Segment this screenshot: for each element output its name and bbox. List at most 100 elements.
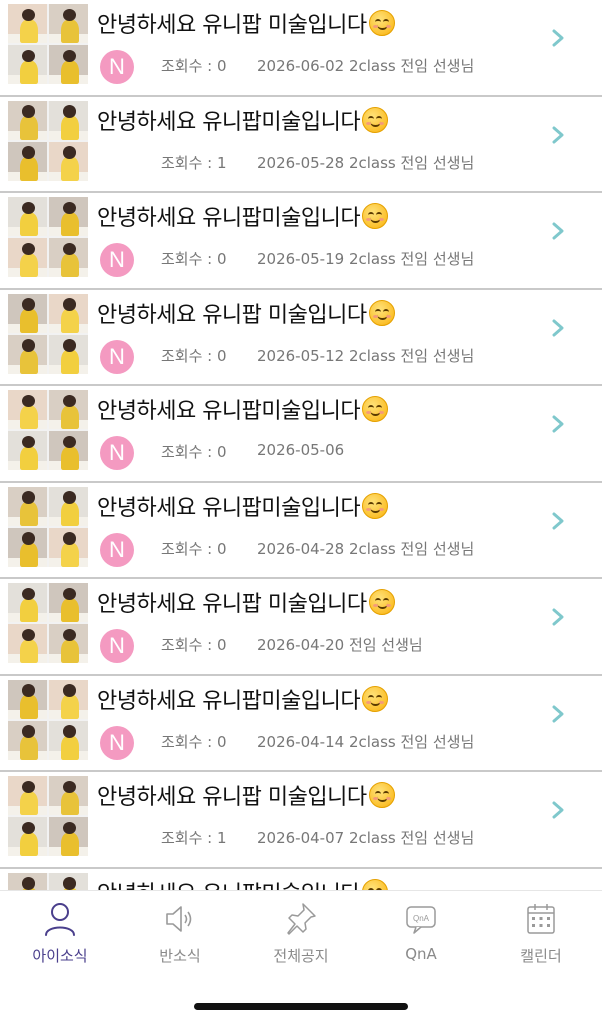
- list-item[interactable]: 안녕하세요 유니팝 미술입니다 조회수 : 1 2026-04-07 2class …: [0, 772, 602, 869]
- post-date-author: 2026-04-14 2class 전임 선생님: [257, 732, 475, 751]
- qna-bubble-icon: QnA: [406, 906, 436, 934]
- thumbnail-photo: [8, 197, 47, 236]
- post-title-text: 안녕하세요 유니팝미술입니다: [97, 495, 361, 521]
- post-date-author: 2026-05-06: [257, 441, 345, 459]
- thumbnail-photo: [8, 817, 47, 856]
- tab-calendar[interactable]: 캘린더: [481, 901, 601, 971]
- list-item[interactable]: 안녕하세요 유니팝미술입니다 N 조회수 : 0 2026-05-06: [0, 386, 602, 483]
- smiling-face-emoji-icon: [362, 396, 389, 422]
- thumbnail-photo: [8, 141, 47, 181]
- view-count: 조회수 : 0: [161, 346, 227, 365]
- post-title: 안녕하세요 유니팝미술입니다: [97, 492, 389, 524]
- post-title-text: 안녕하세요 유니팝미술입니다: [97, 688, 361, 714]
- chevron-right-icon[interactable]: [548, 704, 568, 724]
- new-badge-avatar: N: [100, 50, 134, 84]
- smiling-face-emoji-icon: [368, 782, 395, 808]
- tab-label: 캘린더: [520, 947, 562, 965]
- post-title-text: 안녕하세요 유니팝 미술입니다: [97, 302, 367, 328]
- smiling-face-emoji-icon: [362, 878, 389, 890]
- post-thumbnail: [8, 679, 88, 760]
- post-date-author: 2026-06-02 2class 전임 선생님: [257, 57, 475, 75]
- thumbnail-photo: [8, 45, 47, 84]
- tab-child-news[interactable]: 아이소식: [0, 901, 120, 971]
- thumbnail-photo: [49, 334, 88, 374]
- post-title-text: 안녕하세요 유니팝미술입니다: [97, 206, 361, 231]
- thumbnail-photo: [49, 141, 88, 181]
- thumbnail-photo: [8, 624, 47, 663]
- list-item[interactable]: 안녕하세요 유니팝미술입니다: [0, 868, 602, 890]
- smiling-face-emoji-icon: [362, 685, 389, 712]
- qna-icon-text: QnA: [413, 914, 430, 923]
- home-indicator[interactable]: [194, 1003, 408, 1010]
- thumbnail-photo: [8, 390, 47, 429]
- chevron-right-icon[interactable]: [548, 28, 568, 48]
- pushpin-icon: [287, 903, 316, 935]
- new-badge-avatar: N: [100, 629, 134, 663]
- tab-qna[interactable]: QnA QnA: [361, 901, 481, 971]
- smiling-face-emoji-icon: [368, 10, 395, 36]
- chevron-right-icon[interactable]: [548, 414, 568, 434]
- view-count: 조회수 : 1: [161, 829, 227, 847]
- tab-class-news[interactable]: 반소식: [120, 901, 240, 971]
- thumbnail-photo: [8, 583, 47, 622]
- chevron-right-icon[interactable]: [548, 511, 568, 531]
- thumbnail-photo: [8, 486, 47, 526]
- post-title: 안녕하세요 유니팝미술입니다: [97, 878, 389, 890]
- tab-all-notices[interactable]: 전체공지: [241, 901, 361, 971]
- smiling-face-emoji-icon: [362, 106, 389, 133]
- thumbnail-photo: [49, 45, 88, 84]
- chevron-right-icon[interactable]: [548, 221, 568, 241]
- chevron-right-icon[interactable]: [548, 607, 568, 627]
- view-count: 조회수 : 0: [161, 443, 227, 461]
- smiling-face-emoji-icon: [362, 492, 389, 519]
- thumbnail-photo: [49, 527, 88, 567]
- post-thumbnail: [8, 776, 88, 856]
- thumbnail-photo: [8, 100, 47, 140]
- thumbnail-photo: [49, 872, 88, 890]
- thumbnail-photo: [49, 679, 88, 719]
- chevron-right-icon[interactable]: [548, 800, 568, 820]
- post-thumbnail: [8, 100, 88, 181]
- post-date-author: 2026-05-12 2class 전임 선생님: [257, 346, 475, 365]
- chevron-right-icon[interactable]: [548, 318, 568, 338]
- list-item[interactable]: 안녕하세요 유니팝미술입니다 N 조회수 : 0 2026-04-14 2class …: [0, 675, 602, 772]
- thumbnail-photo: [49, 720, 88, 760]
- chevron-right-icon[interactable]: [548, 125, 568, 145]
- smiling-face-emoji-icon: [368, 589, 395, 615]
- thumbnail-photo: [49, 431, 88, 470]
- thumbnail-photo: [49, 4, 88, 43]
- post-thumbnail: [8, 583, 88, 663]
- post-date-author: 2026-05-19 2class 전임 선생님: [257, 250, 475, 268]
- post-date-author: 2026-04-20 전임 선생님: [257, 636, 423, 654]
- tab-label: 반소식: [159, 947, 201, 965]
- thumbnail-photo: [8, 238, 47, 277]
- post-thumbnail: [8, 390, 88, 470]
- post-title: 안녕하세요 유니팝미술입니다: [97, 203, 389, 234]
- post-date-author: 2026-04-28 2class 전임 선생님: [257, 539, 475, 558]
- new-badge-avatar: N: [100, 725, 134, 760]
- post-thumbnail: [8, 872, 88, 890]
- thumbnail-photo: [8, 293, 47, 333]
- list-item[interactable]: 안녕하세요 유니팝 미술입니다 N 조회수 : 0 2026-04-20 전임 선생님: [0, 579, 602, 676]
- post-title: 안녕하세요 유니팝미술입니다: [97, 106, 389, 138]
- calendar-icon: [527, 904, 555, 934]
- view-count: 조회수 : 0: [161, 732, 227, 751]
- list-item[interactable]: 안녕하세요 유니팝미술입니다 N 조회수 : 0 2026-05-19 2class …: [0, 193, 602, 290]
- thumbnail-photo: [8, 679, 47, 719]
- thumbnail-photo: [8, 4, 47, 43]
- list-item[interactable]: 안녕하세요 유니팝미술입니다 N 조회수 : 0 2026-04-28 2class …: [0, 482, 602, 579]
- list-item[interactable]: 안녕하세요 유니팝 미술입니다 N 조회수 : 0 2026-05-12 2class…: [0, 289, 602, 386]
- post-thumbnail: [8, 486, 88, 567]
- view-count: 조회수 : 0: [161, 57, 227, 75]
- new-badge-avatar: N: [100, 243, 134, 277]
- post-title: 안녕하세요 유니팝미술입니다: [97, 396, 389, 427]
- new-badge-avatar: N: [100, 532, 134, 567]
- list-item[interactable]: 안녕하세요 유니팝미술입니다 조회수 : 1 2026-05-28 2class 전…: [0, 96, 602, 193]
- thumbnail-photo: [8, 720, 47, 760]
- thumbnail-photo: [49, 486, 88, 526]
- thumbnail-photo: [49, 583, 88, 622]
- post-title-text: 안녕하세요 유니팝 미술입니다: [97, 785, 367, 810]
- person-icon: [45, 903, 75, 936]
- view-count: 조회수 : 0: [161, 636, 227, 654]
- list-item[interactable]: 안녕하세요 유니팝 미술입니다 N 조회수 : 0 2026-06-02 2class…: [0, 0, 602, 97]
